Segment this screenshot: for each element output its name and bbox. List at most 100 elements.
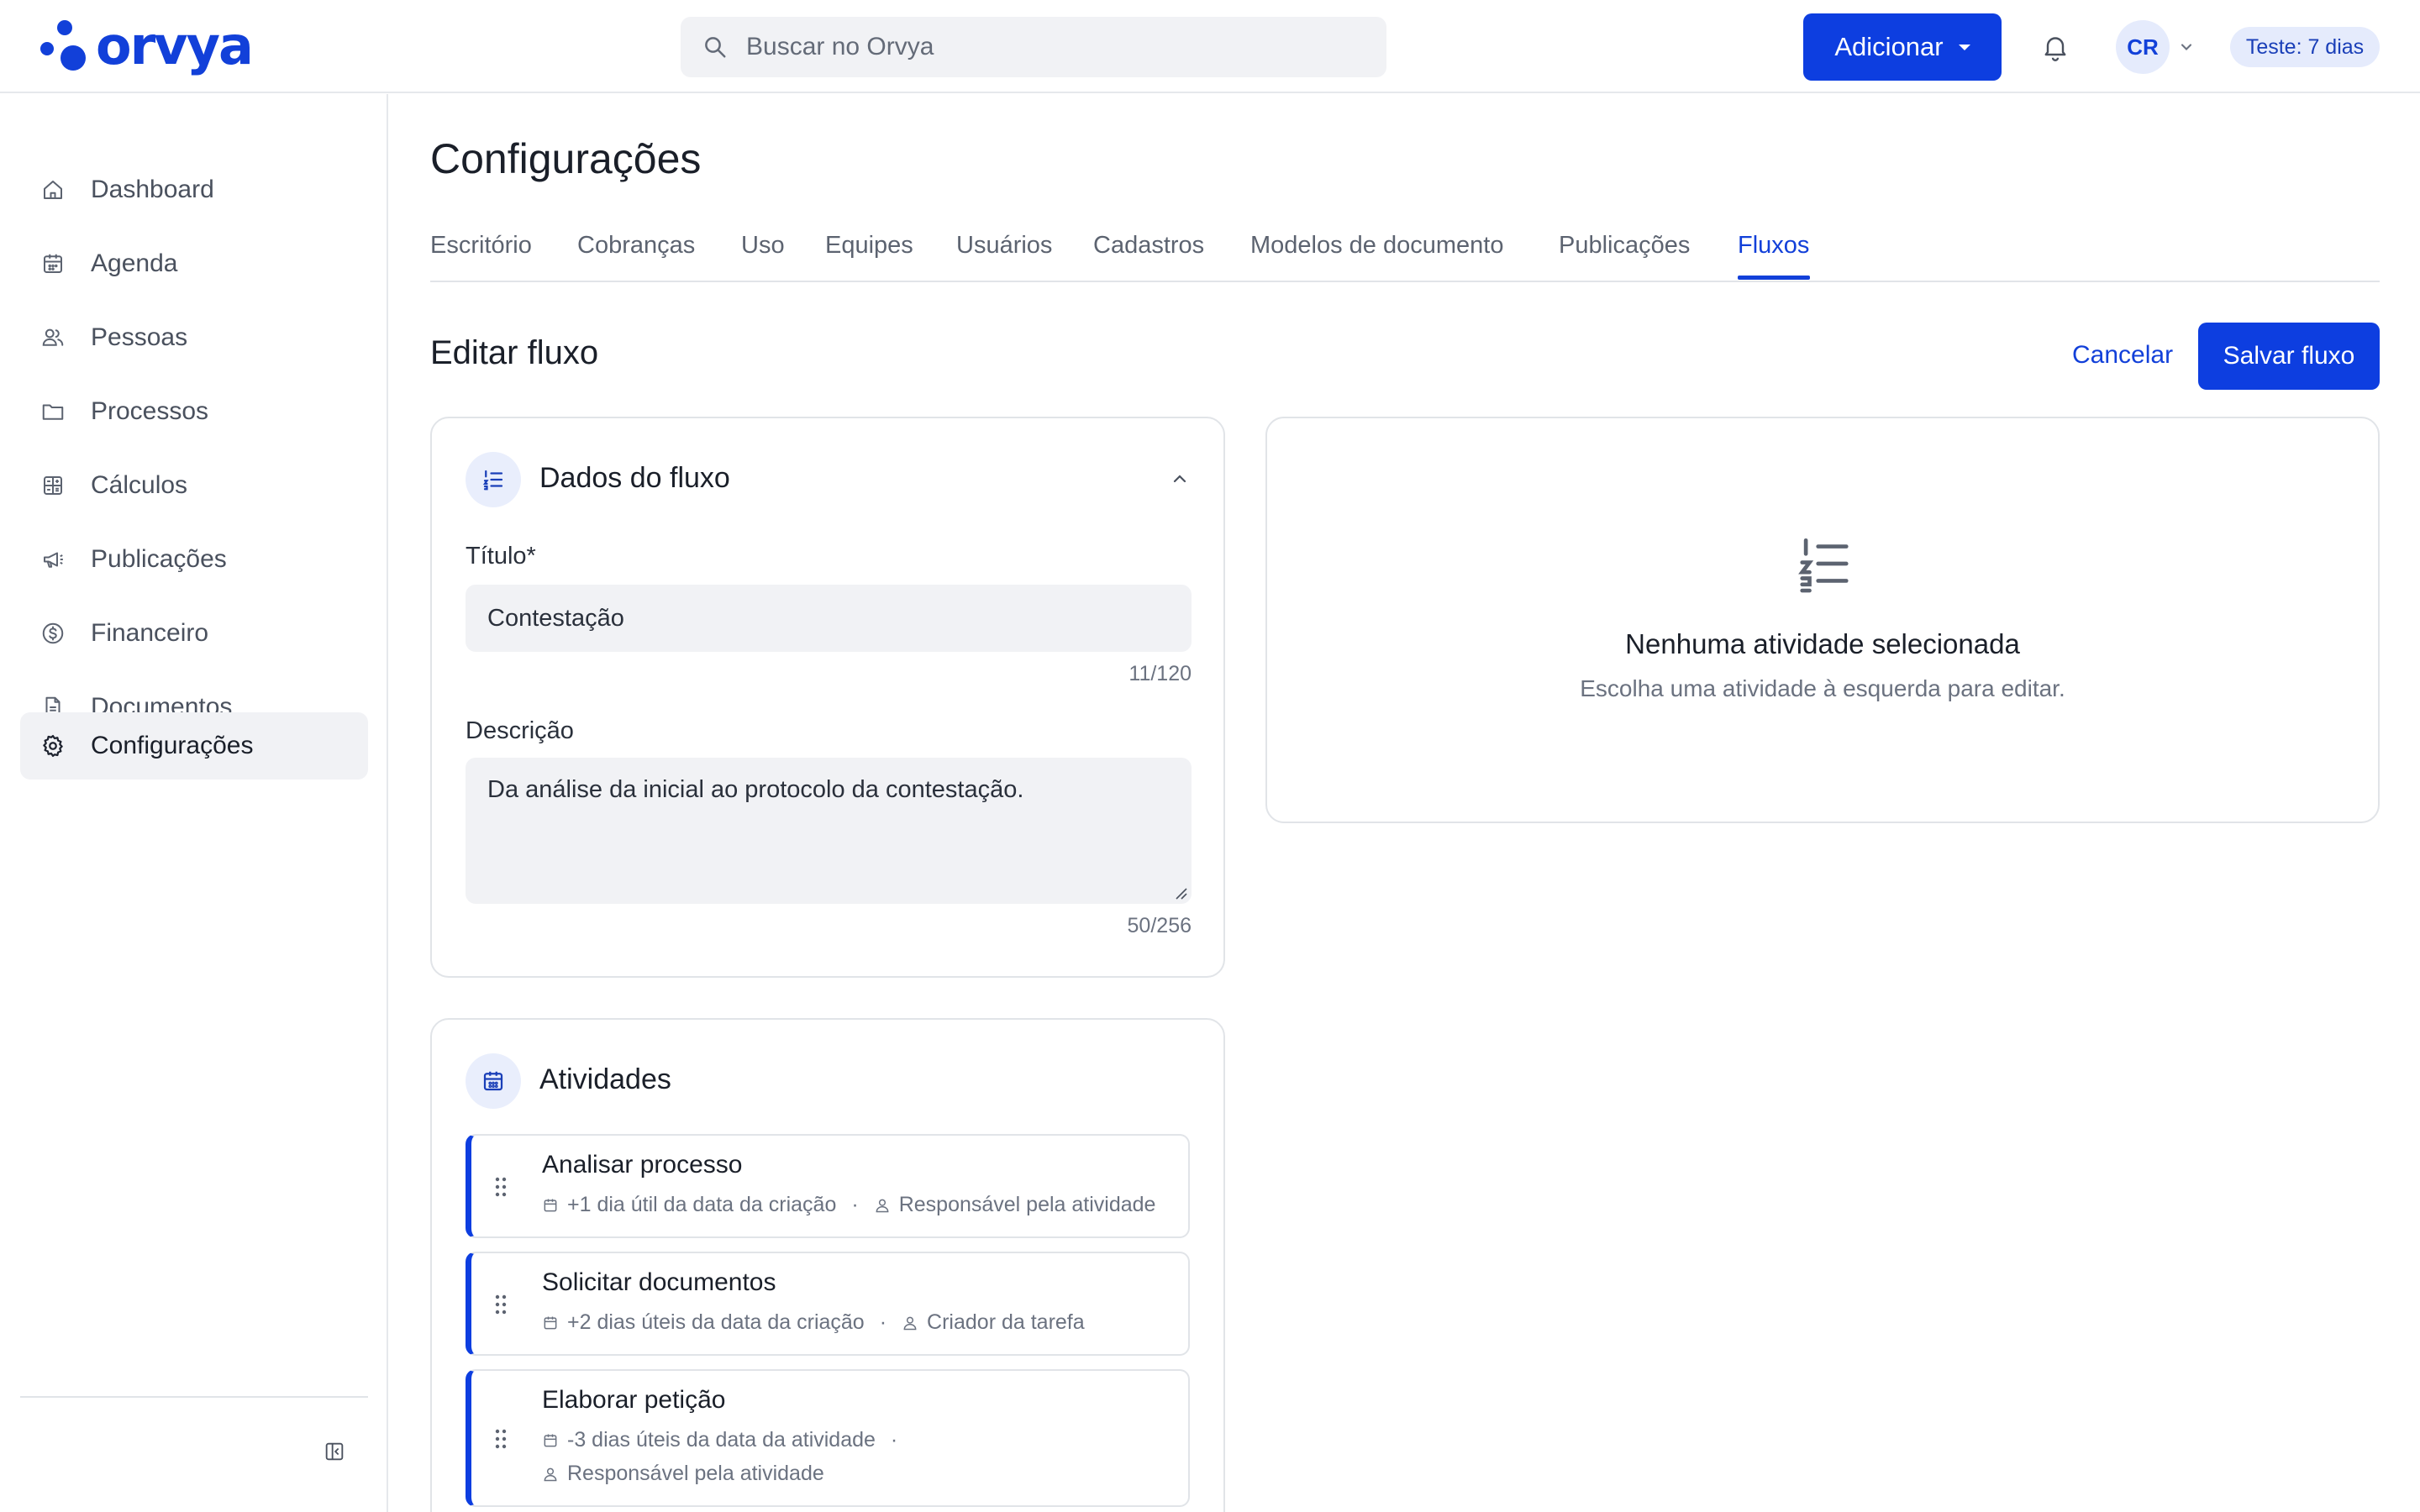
settings-tabs: Escritório Cobranças Uso Equipes Usuário…: [430, 228, 2380, 282]
user-icon: [876, 1199, 889, 1212]
meta-separator: ·: [879, 1310, 887, 1334]
activity-item[interactable]: Elaborar petição -3 dias úteis da data d…: [466, 1369, 1190, 1507]
calendar-icon: [483, 1071, 503, 1091]
trial-badge[interactable]: Teste: 7 dias: [2230, 27, 2380, 67]
orvya-logo[interactable]: orvya: [39, 15, 254, 76]
drag-handle-icon[interactable]: [493, 1176, 508, 1198]
sidebar-item-calculos[interactable]: Cálculos: [20, 452, 368, 519]
section-title: Editar fluxo: [430, 334, 599, 371]
empty-state-subtitle: Escolha uma atividade à esquerda para ed…: [1580, 675, 2065, 701]
title-char-counter: 11/120: [1128, 662, 1192, 685]
top-header: orvya Buscar no Orvya Adicionar CR Teste…: [0, 0, 2420, 93]
sidebar-item-label: Financeiro: [91, 619, 209, 647]
resize-grip-icon[interactable]: [1173, 885, 1188, 900]
activity-meta-assignee: Responsável pela atividade: [542, 1462, 824, 1486]
tab-cadastros[interactable]: Cadastros: [1093, 232, 1204, 260]
sidebar-divider: [20, 1396, 368, 1398]
activity-meta: +2 dias úteis da data da criação · Criad…: [542, 1310, 1085, 1335]
activities-title: Atividades: [539, 1063, 671, 1095]
tab-publicacoes[interactable]: Publicações: [1559, 232, 1690, 260]
tab-usuarios[interactable]: Usuários: [956, 232, 1052, 260]
flow-data-card: Dados do fluxo Título* Contestação 11/12…: [430, 417, 1225, 978]
meta-separator: ·: [890, 1428, 898, 1452]
activity-deadline: +2 dias úteis da data da criação: [567, 1310, 865, 1334]
drag-handle-icon[interactable]: [493, 1294, 508, 1315]
calculator-icon: [44, 476, 62, 495]
user-icon: [903, 1316, 917, 1330]
numbered-list-icon: [482, 470, 503, 491]
sidebar-item-label: Cálculos: [91, 471, 188, 499]
activity-editor-empty-state: Nenhuma atividade selecionada Escolha um…: [1265, 417, 2380, 823]
sidebar-item-label: Processos: [91, 397, 209, 425]
chevron-down-icon[interactable]: [2178, 39, 2195, 55]
sidebar-item-label: Dashboard: [91, 176, 214, 203]
title-field[interactable]: Contestação: [466, 585, 1192, 652]
sidebar-item-label: Pessoas: [91, 323, 188, 351]
dollar-circle-icon: [42, 622, 64, 644]
sidebar-item-publicacoes[interactable]: Publicações: [20, 526, 368, 593]
title-field-value: Contestação: [487, 604, 624, 632]
active-tab-indicator: [1738, 276, 1810, 280]
people-icon: [42, 328, 64, 346]
activities-icon-bubble: [466, 1053, 521, 1109]
activity-title: Elaborar petição: [542, 1386, 726, 1414]
calendar-icon: [544, 1434, 557, 1446]
sidebar-item-financeiro[interactable]: Financeiro: [20, 600, 368, 667]
activity-assignee: Responsável pela atividade: [567, 1462, 824, 1485]
tab-cobrancas[interactable]: Cobranças: [577, 232, 695, 260]
bell-icon[interactable]: [2040, 32, 2070, 62]
add-button[interactable]: Adicionar: [1803, 13, 2002, 81]
search-icon: [705, 37, 726, 58]
activity-deadline: -3 dias úteis da data da atividade: [567, 1428, 876, 1452]
tab-fluxos[interactable]: Fluxos: [1738, 232, 1809, 260]
sidebar-item-dashboard[interactable]: Dashboard: [20, 156, 368, 223]
activity-meta: -3 dias úteis da data da atividade ·: [542, 1428, 913, 1452]
calendar-icon: [544, 1316, 557, 1329]
save-flow-button[interactable]: Salvar fluxo: [2198, 323, 2380, 390]
search-input[interactable]: Buscar no Orvya: [681, 17, 1386, 77]
tab-uso[interactable]: Uso: [741, 232, 785, 260]
meta-separator: ·: [851, 1193, 859, 1216]
logo-mark: [39, 18, 91, 74]
add-button-label: Adicionar: [1834, 32, 1944, 61]
flow-data-title: Dados do fluxo: [539, 462, 730, 494]
activity-item[interactable]: Solicitar documentos +2 dias úteis da da…: [466, 1252, 1190, 1356]
calendar-icon: [544, 1199, 557, 1211]
logo-wordmark: orvya: [96, 15, 254, 76]
tab-modelos-de-documento[interactable]: Modelos de documento: [1250, 232, 1503, 260]
user-icon: [544, 1467, 557, 1481]
cancel-button[interactable]: Cancelar: [2072, 341, 2173, 370]
tab-escritorio[interactable]: Escritório: [430, 232, 532, 260]
title-field-label: Título*: [466, 543, 536, 570]
activity-deadline: +1 dia útil da data da criação: [567, 1193, 837, 1216]
caret-down-icon: [1958, 44, 1970, 50]
chevron-up-icon[interactable]: [1170, 469, 1190, 489]
activity-meta: +1 dia útil da data da criação · Respons…: [542, 1193, 1155, 1217]
collapse-sidebar-icon[interactable]: [323, 1440, 346, 1463]
gear-icon: [43, 735, 63, 757]
empty-state-title: Nenhuma atividade selecionada: [1625, 628, 2020, 659]
sidebar-item-label: Publicações: [91, 545, 227, 573]
home-icon: [44, 181, 62, 199]
search-placeholder: Buscar no Orvya: [746, 33, 934, 60]
tab-equipes[interactable]: Equipes: [825, 232, 913, 260]
sidebar-item-processos[interactable]: Processos: [20, 378, 368, 445]
calendar-icon: [44, 254, 62, 273]
sidebar: Dashboard Agenda Pessoas Processos Cálcu…: [0, 94, 388, 1512]
user-avatar[interactable]: CR: [2116, 20, 2170, 74]
folder-icon: [42, 404, 64, 420]
description-field-label: Descrição: [466, 717, 574, 744]
activity-assignee: Criador da tarefa: [927, 1310, 1085, 1334]
sidebar-item-label: Configurações: [91, 732, 254, 759]
sidebar-item-pessoas[interactable]: Pessoas: [20, 304, 368, 371]
sidebar-item-label: Agenda: [91, 249, 178, 277]
description-field[interactable]: Da análise da inicial ao protocolo da co…: [466, 758, 1192, 904]
sidebar-item-agenda[interactable]: Agenda: [20, 230, 368, 297]
flow-data-icon-bubble: [466, 452, 521, 507]
sidebar-item-configuracoes[interactable]: Configurações: [20, 712, 368, 780]
activity-title: Analisar processo: [542, 1151, 743, 1179]
activities-card: Atividades Analisar processo +1 dia útil…: [430, 1018, 1225, 1512]
megaphone-icon: [44, 552, 63, 568]
activity-item[interactable]: Analisar processo +1 dia útil da data da…: [466, 1134, 1190, 1238]
drag-handle-icon[interactable]: [493, 1428, 508, 1450]
